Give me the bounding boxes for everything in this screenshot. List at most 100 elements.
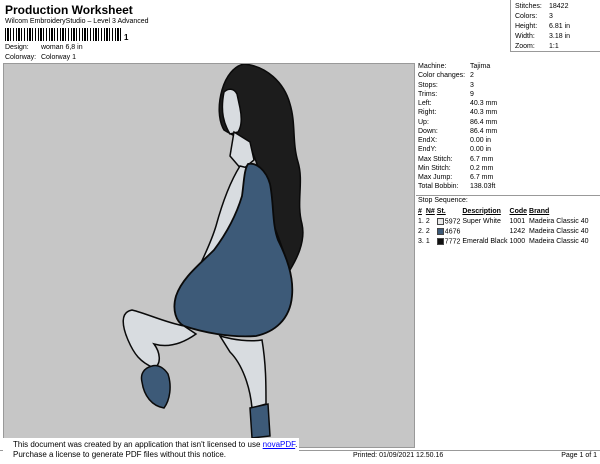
info-label: Color changes: — [418, 72, 466, 80]
info-label: Up: — [418, 118, 429, 126]
info-value: 86.4 mm — [470, 127, 498, 135]
embroidery-figure — [122, 64, 304, 439]
boot-left-shape — [140, 364, 171, 409]
stitch-count: 5972 — [444, 217, 461, 225]
color-swatch — [436, 217, 444, 225]
stitch-count: 7772 — [444, 237, 461, 245]
barcode-number: 1 — [124, 33, 129, 42]
info-value: 0.00 in — [470, 146, 492, 154]
info-value: 3 — [470, 81, 474, 89]
info-row: EndX: 0.00 in — [416, 137, 600, 146]
info-row: Max Stitch: 6.7 mm — [416, 156, 600, 165]
column-header: Brand — [529, 207, 550, 215]
info-value: 0.2 mm — [470, 164, 494, 172]
notice-text: This document was created by an applicat… — [13, 440, 263, 449]
stat-value: 1:1 — [549, 43, 559, 50]
stat-value: 3.18 in — [549, 33, 571, 40]
machine-info-panel: Machine: Tajima Color changes: 2 Stops: 3 T… — [416, 63, 600, 448]
info-label: Trims: — [418, 90, 438, 98]
leg-right-shape — [218, 334, 267, 409]
notice-period: . — [295, 440, 298, 449]
stat-label: Width: — [515, 33, 535, 40]
stitch-count-cell: 7772 — [436, 237, 463, 247]
needle-number: 2 — [425, 227, 430, 235]
info-value: 6.7 mm — [470, 174, 494, 181]
stop-number: 1. — [418, 217, 424, 225]
novapdf-link[interactable]: novaPDF — [263, 440, 295, 449]
column-header: Description — [462, 207, 501, 215]
info-row: Color changes: 2 — [416, 72, 600, 81]
thread-brand: Madeira Classic 40 — [529, 227, 589, 235]
stop-number: 3. — [418, 237, 424, 245]
info-value: 0.00 in — [470, 137, 492, 144]
stitch-count-cell: 4676 — [436, 227, 463, 237]
stop-sequence-table: # N# St. Description Code Brand 1. 2 597… — [418, 207, 591, 247]
table-row: 3. 1 7772 Emerald Black 1000 Madeira Cla… — [418, 237, 591, 247]
colorway-value: Colorway 1 — [40, 54, 76, 61]
thread-brand: Madeira Classic 40 — [529, 237, 589, 245]
notice-line-2: Purchase a license to generate PDF files… — [13, 450, 226, 459]
thread-code: 1242 — [509, 227, 526, 235]
info-label: Total Bobbin: — [418, 183, 459, 191]
colorway-label: Colorway: — [5, 54, 37, 61]
stat-value: 6.81 in — [549, 23, 571, 30]
info-row: Right: 40.3 mm — [416, 109, 600, 118]
info-row: Up: 86.4 mm — [416, 119, 600, 128]
stitch-count-cell: 5972 — [436, 217, 463, 227]
info-row: EndY: 0.00 in — [416, 146, 600, 155]
info-label: Down: — [418, 127, 438, 135]
info-value: 6.7 mm — [470, 155, 494, 163]
needle-number: 1 — [425, 237, 430, 245]
info-label: Right: — [418, 109, 437, 117]
info-label: Min Stitch: — [418, 164, 451, 172]
table-header-row: # N# St. Description Code Brand — [418, 207, 591, 217]
boot-right-shape — [249, 403, 271, 439]
info-value: 9 — [470, 90, 474, 98]
info-value: 40.3 mm — [470, 100, 498, 107]
software-subtitle: Wilcom EmbroideryStudio – Level 3 Advanc… — [5, 18, 149, 25]
printed-timestamp: Printed: 01/09/2021 12.50.16 — [353, 452, 444, 459]
stats-box: Stitches: 18422 Colors: 3 Height: 6.81 in W… — [510, 0, 600, 52]
divider — [416, 195, 600, 196]
color-swatch — [436, 237, 444, 245]
notice-line-1: This document was created by an applicat… — [13, 440, 299, 450]
info-label: Machine: — [418, 63, 447, 70]
info-label: Max Stitch: — [418, 155, 453, 163]
thread-description — [462, 227, 509, 237]
info-value: 40.3 mm — [470, 109, 498, 117]
info-value: 2 — [470, 72, 474, 80]
table-row: 2. 2 4676 1242 Madeira Classic 40 — [418, 227, 591, 237]
stats-row: Height: 6.81 in — [515, 23, 600, 33]
color-swatch — [436, 227, 444, 235]
stats-row: Stitches: 18422 — [515, 3, 600, 13]
stat-label: Stitches: — [515, 3, 542, 10]
license-notice: This document was created by an applicat… — [3, 438, 299, 462]
info-row: Left: 40.3 mm — [416, 100, 600, 109]
table-row: 1. 2 5972 Super White 1001 Madeira Class… — [418, 217, 591, 227]
thread-brand: Madeira Classic 40 — [529, 217, 589, 225]
info-label: Stops: — [418, 81, 438, 89]
page-title: Production Worksheet — [5, 3, 133, 17]
info-row: Machine: Tajima — [416, 63, 600, 72]
colorway-row: Colorway: Colorway 1 — [5, 54, 76, 62]
info-value: 138.03ft — [470, 183, 496, 191]
column-header: St. — [436, 207, 446, 215]
info-label: EndX: — [418, 137, 438, 144]
design-label: Design: — [5, 44, 29, 51]
info-row: Stops: 3 — [416, 82, 600, 91]
design-row: Design: woman 6,8 in — [5, 44, 83, 52]
info-row: Down: 86.4 mm — [416, 128, 600, 137]
stat-value: 3 — [549, 13, 553, 20]
design-value: woman 6,8 in — [40, 44, 83, 51]
info-label: EndY: — [418, 146, 437, 154]
column-header: # — [418, 207, 422, 215]
stop-number: 2. — [418, 227, 424, 235]
design-preview — [3, 63, 415, 448]
stat-label: Zoom: — [515, 43, 535, 50]
info-row: Trims: 9 — [416, 91, 600, 100]
info-row: Min Stitch: 0.2 mm — [416, 165, 600, 174]
info-value: 86.4 mm — [470, 118, 498, 126]
column-header: Code — [509, 207, 528, 215]
needle-number: 2 — [425, 217, 430, 225]
thread-code: 1000 — [509, 237, 526, 245]
